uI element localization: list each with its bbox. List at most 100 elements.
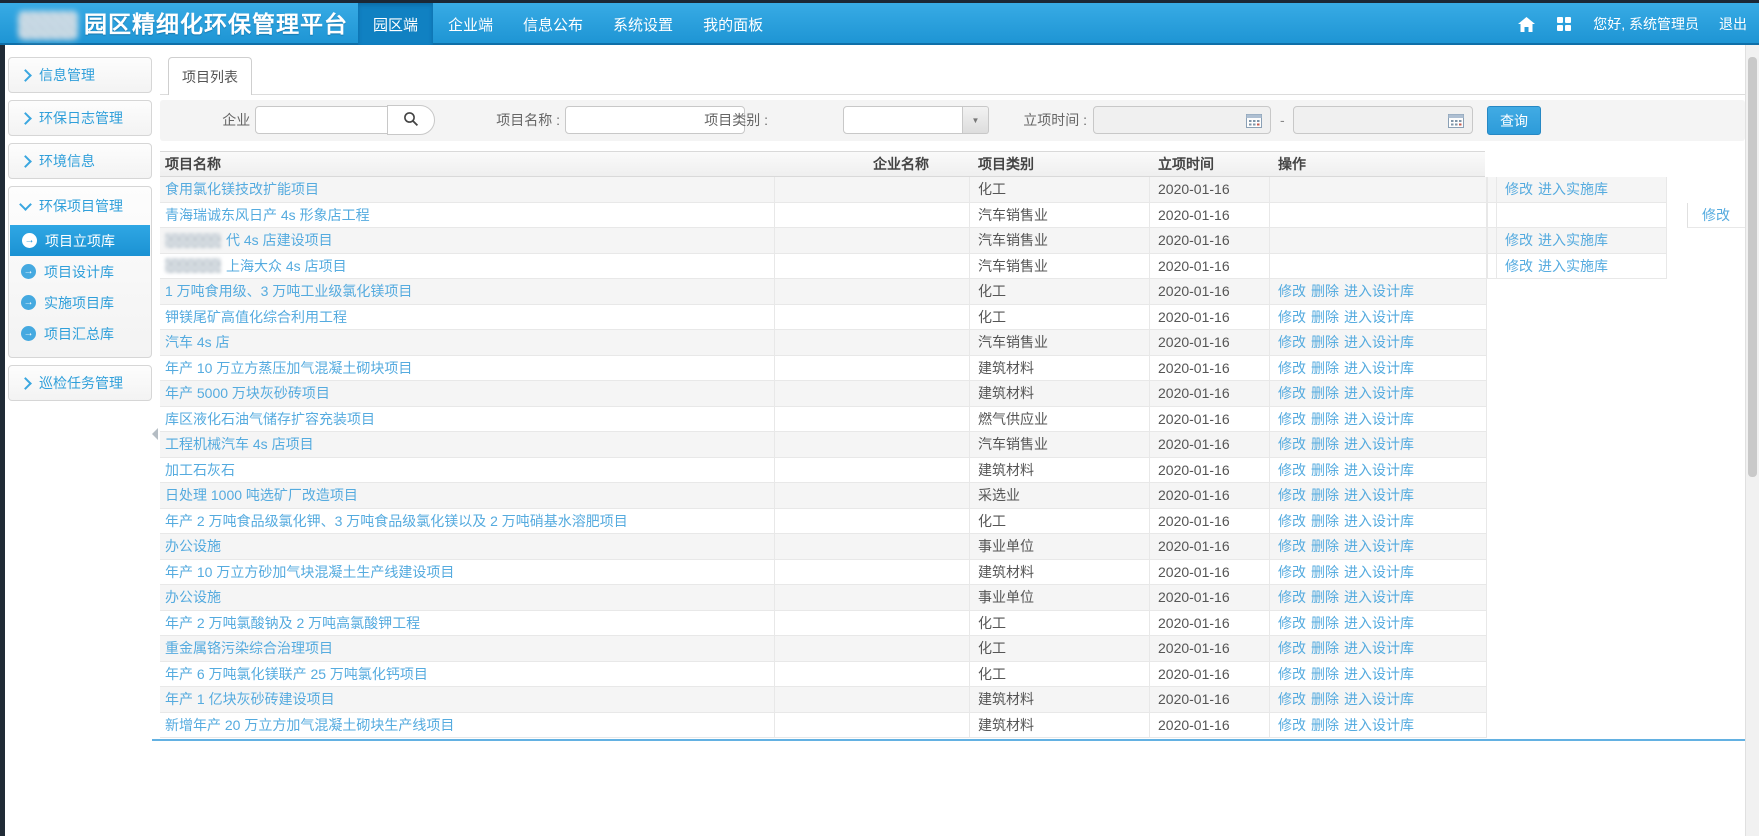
action-link-删除[interactable]: 删除 (1311, 307, 1339, 327)
project-name-link[interactable]: 年产 2 万吨食品级氯化钾、3 万吨食品级氯化镁以及 2 万吨硝基水溶肥项目 (165, 511, 628, 531)
action-link-修改[interactable]: 修改 (1278, 664, 1306, 684)
action-link-修改[interactable]: 修改 (1278, 587, 1306, 607)
sidebar-group-header-2[interactable]: 环保日志管理 (9, 101, 151, 135)
action-link-进入设计库[interactable]: 进入设计库 (1344, 638, 1414, 658)
project-name-link[interactable]: 加工石灰石 (165, 460, 235, 480)
action-link-删除[interactable]: 删除 (1311, 613, 1339, 633)
action-link-进入设计库[interactable]: 进入设计库 (1344, 460, 1414, 480)
action-link-删除[interactable]: 删除 (1311, 434, 1339, 454)
action-link-进入设计库[interactable]: 进入设计库 (1344, 562, 1414, 582)
nav-item-1[interactable]: 园区端 (358, 3, 433, 45)
tab-project-list[interactable]: 项目列表 (168, 57, 252, 95)
action-link-修改[interactable]: 修改 (1278, 460, 1306, 480)
action-link-修改[interactable]: 修改 (1505, 230, 1533, 250)
sidebar-collapse-handle[interactable] (152, 428, 158, 440)
project-name-link[interactable]: 代 4s 店建设项目 (226, 230, 333, 250)
action-link-删除[interactable]: 删除 (1311, 664, 1339, 684)
action-link-修改[interactable]: 修改 (1278, 689, 1306, 709)
project-name-link[interactable]: 年产 2 万吨氯酸钠及 2 万吨高氯酸钾工程 (165, 613, 420, 633)
project-name-link[interactable]: 钾镁尾矿高值化综合利用工程 (165, 307, 347, 327)
project-name-link[interactable]: 办公设施 (165, 587, 221, 607)
project-name-link[interactable]: 青海瑞诚东风日产 4s 形象店工程 (165, 205, 370, 225)
project-name-link[interactable]: 汽车 4s 店 (165, 332, 230, 352)
sidebar-item-实施项目库[interactable]: →实施项目库 (9, 287, 151, 318)
calendar-icon[interactable] (1246, 113, 1262, 128)
calendar-icon[interactable] (1448, 113, 1464, 128)
action-link-进入设计库[interactable]: 进入设计库 (1344, 613, 1414, 633)
action-link-修改[interactable]: 修改 (1278, 536, 1306, 556)
action-link-删除[interactable]: 删除 (1311, 383, 1339, 403)
search-button[interactable]: 查询 (1487, 106, 1541, 135)
project-name-link[interactable]: 库区液化石油气储存扩容充装项目 (165, 409, 375, 429)
project-name-link[interactable]: 1 万吨食用级、3 万吨工业级氯化镁项目 (165, 281, 412, 301)
action-link-修改[interactable]: 修改 (1505, 179, 1533, 199)
project-name-link[interactable]: 新增年产 20 万立方加气混凝土砌块生产线项目 (165, 715, 454, 735)
project-name-link[interactable]: 工程机械汽车 4s 店项目 (165, 434, 314, 454)
action-link-删除[interactable]: 删除 (1311, 460, 1339, 480)
action-link-删除[interactable]: 删除 (1311, 536, 1339, 556)
nav-item-5[interactable]: 我的面板 (688, 3, 778, 45)
company-search-button[interactable] (387, 105, 435, 135)
date-to-input[interactable] (1293, 106, 1473, 134)
action-link-进入设计库[interactable]: 进入设计库 (1344, 281, 1414, 301)
action-link-修改[interactable]: 修改 (1278, 715, 1306, 735)
action-link-进入设计库[interactable]: 进入设计库 (1344, 409, 1414, 429)
action-link-删除[interactable]: 删除 (1311, 332, 1339, 352)
action-link-修改[interactable]: 修改 (1278, 409, 1306, 429)
action-link-修改[interactable]: 修改 (1278, 358, 1306, 378)
project-name-link[interactable]: 食用氯化镁技改扩能项目 (165, 179, 319, 199)
scrollbar-thumb[interactable] (1748, 57, 1757, 477)
action-link-修改[interactable]: 修改 (1278, 332, 1306, 352)
vertical-scrollbar[interactable] (1745, 45, 1759, 836)
sidebar-item-项目设计库[interactable]: →项目设计库 (9, 256, 151, 287)
nav-item-3[interactable]: 信息公布 (508, 3, 598, 45)
action-link-删除[interactable]: 删除 (1311, 409, 1339, 429)
action-link-进入设计库[interactable]: 进入设计库 (1344, 485, 1414, 505)
action-link-进入设计库[interactable]: 进入设计库 (1344, 664, 1414, 684)
action-link-进入实施库[interactable]: 进入实施库 (1538, 230, 1608, 250)
company-input[interactable] (255, 106, 388, 134)
nav-item-2[interactable]: 企业端 (433, 3, 508, 45)
action-link-进入设计库[interactable]: 进入设计库 (1344, 332, 1414, 352)
category-dropdown-button[interactable]: ▼ (963, 106, 989, 134)
action-link-进入设计库[interactable]: 进入设计库 (1344, 536, 1414, 556)
action-link-进入设计库[interactable]: 进入设计库 (1344, 587, 1414, 607)
project-name-link[interactable]: 办公设施 (165, 536, 221, 556)
project-name-link[interactable]: 年产 1 亿块灰砂砖建设项目 (165, 689, 335, 709)
action-link-修改[interactable]: 修改 (1278, 562, 1306, 582)
action-link-修改[interactable]: 修改 (1278, 638, 1306, 658)
action-link-进入设计库[interactable]: 进入设计库 (1344, 383, 1414, 403)
action-link-删除[interactable]: 删除 (1311, 485, 1339, 505)
sidebar-item-项目立项库[interactable]: →项目立项库 (10, 225, 150, 256)
project-name-link[interactable]: 上海大众 4s 店项目 (226, 256, 347, 276)
project-name-link[interactable]: 年产 6 万吨氯化镁联产 25 万吨氯化钙项目 (165, 664, 428, 684)
project-name-link[interactable]: 年产 5000 万块灰砂砖项目 (165, 383, 330, 403)
project-name-link[interactable]: 年产 10 万立方砂加气块混凝土生产线建设项目 (165, 562, 454, 582)
action-link-进入设计库[interactable]: 进入设计库 (1344, 358, 1414, 378)
sidebar-group-header-1[interactable]: 信息管理 (9, 58, 151, 92)
action-link-修改[interactable]: 修改 (1702, 205, 1730, 225)
action-link-修改[interactable]: 修改 (1278, 383, 1306, 403)
sidebar-group-header-5[interactable]: 巡检任务管理 (9, 366, 151, 400)
action-link-删除[interactable]: 删除 (1311, 587, 1339, 607)
action-link-删除[interactable]: 删除 (1311, 511, 1339, 531)
action-link-进入实施库[interactable]: 进入实施库 (1538, 256, 1608, 276)
date-from-input[interactable] (1093, 106, 1271, 134)
action-link-删除[interactable]: 删除 (1311, 689, 1339, 709)
project-name-link[interactable]: 重金属铬污染综合治理项目 (165, 638, 333, 658)
action-link-删除[interactable]: 删除 (1311, 715, 1339, 735)
action-link-进入设计库[interactable]: 进入设计库 (1344, 511, 1414, 531)
sidebar-group-header-3[interactable]: 环境信息 (9, 144, 151, 178)
action-link-删除[interactable]: 删除 (1311, 638, 1339, 658)
action-link-进入实施库[interactable]: 进入实施库 (1538, 179, 1608, 199)
project-name-link[interactable]: 日处理 1000 吨选矿厂改造项目 (165, 485, 358, 505)
action-link-删除[interactable]: 删除 (1311, 281, 1339, 301)
sidebar-item-项目汇总库[interactable]: →项目汇总库 (9, 318, 151, 349)
sidebar-group-header-4[interactable]: 环保项目管理 (9, 187, 151, 225)
action-link-修改[interactable]: 修改 (1278, 511, 1306, 531)
action-link-删除[interactable]: 删除 (1311, 358, 1339, 378)
action-link-删除[interactable]: 删除 (1311, 562, 1339, 582)
action-link-进入设计库[interactable]: 进入设计库 (1344, 307, 1414, 327)
nav-item-4[interactable]: 系统设置 (598, 3, 688, 45)
action-link-进入设计库[interactable]: 进入设计库 (1344, 689, 1414, 709)
